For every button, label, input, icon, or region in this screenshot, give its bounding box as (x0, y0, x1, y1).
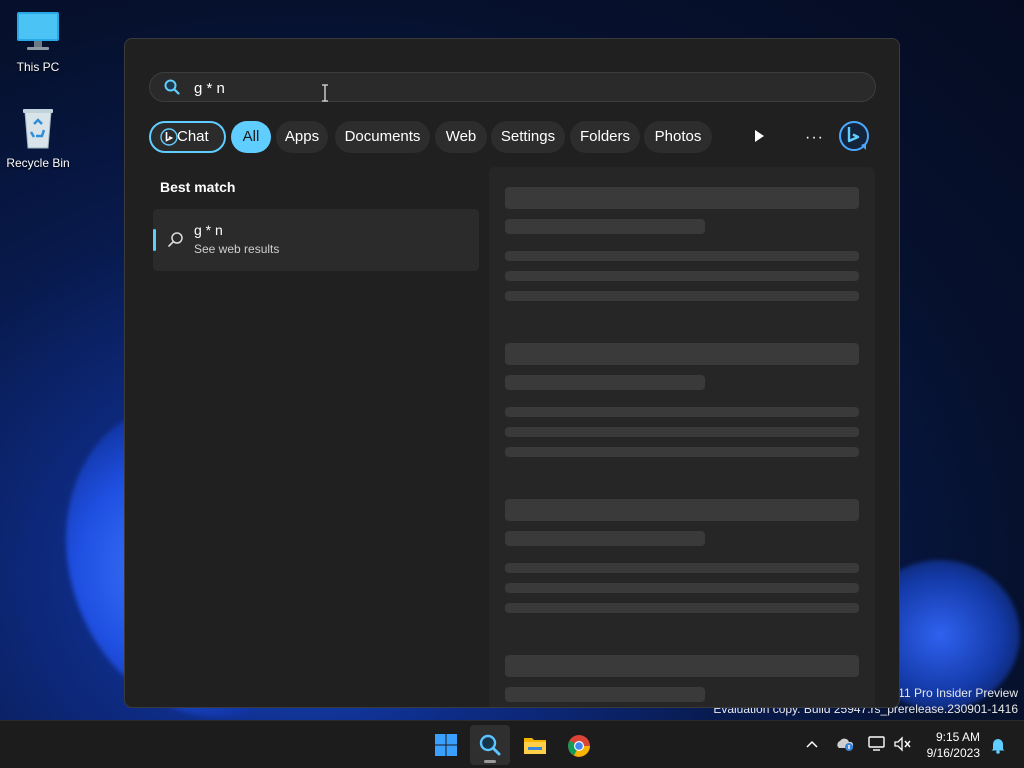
active-indicator (484, 760, 496, 763)
skeleton-block (505, 499, 859, 521)
desktop-icon-label: Recycle Bin (6, 156, 70, 170)
file-explorer-button[interactable] (514, 725, 554, 765)
result-title: g * n (194, 222, 223, 238)
skeleton-line (505, 251, 859, 261)
chrome-icon (567, 734, 591, 763)
notification-bell-icon[interactable] (990, 736, 1006, 759)
search-icon (164, 79, 180, 100)
system-clock[interactable]: 9:15 AM 9/16/2023 (927, 729, 980, 761)
chip-documents[interactable]: Documents (335, 121, 430, 153)
skeleton-block (505, 531, 705, 546)
clock-date: 9/16/2023 (926, 746, 980, 760)
preview-pane-loading (489, 167, 875, 707)
skeleton-block (505, 687, 705, 702)
watermark-edition: s 11 Pro Insider Preview (888, 686, 1018, 700)
chip-folders[interactable]: Folders (570, 121, 640, 153)
chip-chat[interactable]: Chat (149, 121, 226, 153)
clock-time: 9:15 AM (935, 730, 980, 744)
text-cursor-icon (322, 84, 328, 102)
search-panel: Chat All Apps Documents Web Settings Fol… (124, 38, 900, 708)
taskbar-search-button[interactable] (470, 725, 510, 765)
skeleton-block (505, 343, 859, 365)
chrome-button[interactable] (558, 725, 598, 765)
skeleton-line (505, 271, 859, 281)
search-icon (167, 231, 185, 254)
skeleton-line (505, 427, 859, 437)
desktop-icon-label: This PC (16, 60, 60, 74)
skeleton-line (505, 447, 859, 457)
chip-settings[interactable]: Settings (491, 121, 565, 153)
chip-all[interactable]: All (231, 121, 271, 153)
skeleton-line (505, 407, 859, 417)
skeleton-line (505, 563, 859, 573)
chip-photos[interactable]: Photos (644, 121, 712, 153)
search-input[interactable] (192, 77, 796, 99)
bing-icon[interactable] (837, 119, 871, 158)
bing-chat-icon (160, 128, 178, 156)
skeleton-block (505, 187, 859, 209)
skeleton-line (505, 603, 859, 613)
more-options-button[interactable]: ··· (805, 129, 824, 147)
selection-accent (153, 229, 156, 251)
desktop-icon-this-pc[interactable]: This PC (0, 8, 76, 74)
file-explorer-icon (523, 734, 547, 761)
windows-start-icon (435, 734, 457, 761)
desktop-icon-recycle-bin[interactable]: Recycle Bin (0, 104, 76, 170)
recycle-bin-icon (14, 104, 62, 152)
best-match-heading: Best match (160, 179, 236, 195)
monitor-icon (14, 8, 62, 56)
chip-apps[interactable]: Apps (276, 121, 328, 153)
chip-label: Chat (177, 128, 209, 145)
skeleton-block (505, 655, 859, 677)
onedrive-icon[interactable] (835, 736, 855, 757)
network-icon[interactable] (867, 735, 887, 758)
best-match-result[interactable]: g * n See web results (153, 209, 479, 271)
skeleton-block (505, 375, 705, 390)
chevron-up-icon[interactable] (804, 736, 820, 757)
skeleton-block (505, 219, 705, 234)
scroll-chips-right-icon[interactable] (753, 129, 765, 148)
taskbar: 9:15 AM 9/16/2023 (0, 720, 1024, 768)
chip-web[interactable]: Web (435, 121, 487, 153)
search-box[interactable] (149, 72, 876, 102)
skeleton-line (505, 583, 859, 593)
result-subtitle: See web results (194, 242, 280, 256)
search-icon (479, 734, 501, 761)
volume-muted-icon[interactable] (893, 736, 913, 757)
start-button[interactable] (426, 725, 466, 765)
skeleton-line (505, 291, 859, 301)
